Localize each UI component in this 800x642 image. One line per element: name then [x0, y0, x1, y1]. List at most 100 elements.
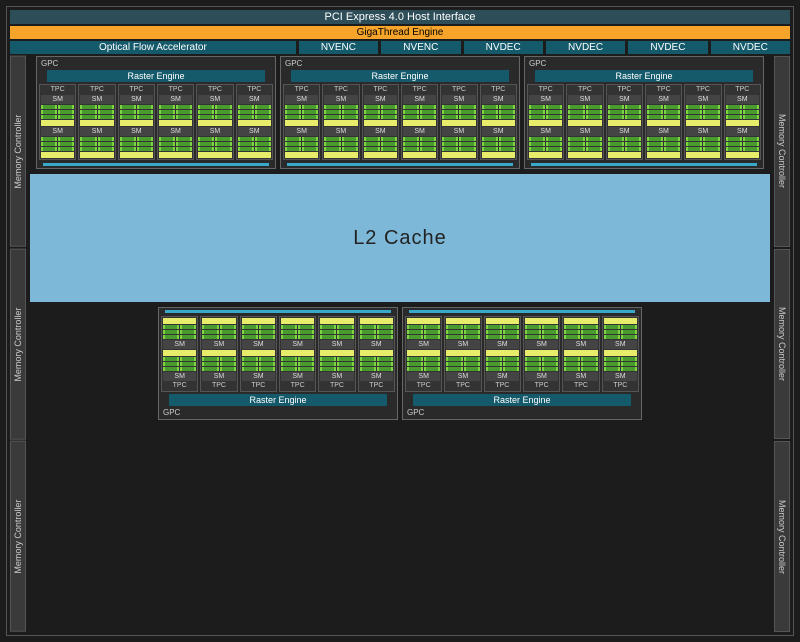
l2-cache: L2 Cache: [30, 174, 770, 302]
rt-core: [529, 152, 562, 158]
cuda-core: [163, 357, 179, 361]
cuda-core: [568, 142, 584, 146]
cuda-core: [220, 335, 236, 339]
tpc-block: TPCSMSM: [118, 84, 155, 160]
cuda-core: [255, 105, 271, 109]
tpc-label: TPC: [320, 382, 353, 390]
sm-block: SM: [604, 350, 637, 381]
sm-block: SM: [242, 318, 275, 349]
cuda-core: [446, 367, 462, 371]
sm-block: SM: [726, 95, 759, 126]
core-group: [80, 137, 113, 151]
memory-controllers-left: Memory ControllerMemory ControllerMemory…: [10, 56, 26, 632]
tpc-label: TPC: [564, 382, 597, 390]
cuda-core: [377, 357, 393, 361]
cuda-core: [98, 147, 114, 151]
cuda-core: [525, 335, 541, 339]
cuda-core: [302, 110, 318, 114]
cuda-core: [621, 325, 637, 329]
cuda-core: [743, 110, 759, 114]
sm-block: SM: [202, 318, 235, 349]
cuda-core: [442, 137, 458, 141]
sm-label: SM: [360, 340, 393, 349]
sm-label: SM: [529, 95, 562, 104]
cuda-core: [360, 325, 376, 329]
cuda-core: [238, 115, 254, 119]
gpc-label: GPC: [161, 408, 395, 417]
polymorph-engine-bar: [165, 310, 391, 313]
cuda-core: [342, 105, 358, 109]
tpc-row: TPCSMSMTPCSMSMTPCSMSMTPCSMSMTPCSMSMTPCSM…: [161, 316, 395, 392]
cuda-core: [486, 362, 502, 366]
cuda-core: [98, 115, 114, 119]
cuda-core: [259, 330, 275, 334]
core-group: [120, 105, 153, 119]
cuda-core: [176, 147, 192, 151]
sm-label: SM: [41, 95, 74, 104]
cuda-core: [137, 115, 153, 119]
cuda-core: [202, 367, 218, 371]
cuda-core: [302, 105, 318, 109]
cuda-core: [546, 147, 562, 151]
rt-core: [407, 350, 440, 356]
sm-block: SM: [529, 95, 562, 126]
cuda-core: [198, 137, 214, 141]
raster-engine: Raster Engine: [47, 70, 265, 82]
cuda-core: [608, 147, 624, 151]
sm-label: SM: [403, 95, 436, 104]
core-group: [120, 137, 153, 151]
cuda-core: [159, 115, 175, 119]
cuda-core: [486, 330, 502, 334]
cuda-core: [568, 137, 584, 141]
rt-core: [568, 120, 601, 126]
cuda-core: [364, 147, 380, 151]
sm-block: SM: [647, 95, 680, 126]
cuda-core: [581, 367, 597, 371]
core-group: [41, 105, 74, 119]
rt-core: [364, 152, 397, 158]
cuda-core: [459, 105, 475, 109]
cuda-core: [324, 147, 340, 151]
sm-label: SM: [525, 340, 558, 349]
sm-label: SM: [285, 127, 318, 136]
sm-label: SM: [446, 340, 479, 349]
cuda-core: [625, 110, 641, 114]
sm-block: SM: [320, 350, 353, 381]
rt-core: [163, 350, 196, 356]
cuda-core: [163, 367, 179, 371]
cuda-core: [324, 142, 340, 146]
tpc-block: TPCSMSM: [444, 316, 481, 392]
cuda-core: [377, 325, 393, 329]
cuda-core: [664, 142, 680, 146]
cuda-core: [176, 110, 192, 114]
cuda-core: [743, 105, 759, 109]
cuda-core: [686, 115, 702, 119]
tpc-label: TPC: [364, 86, 397, 94]
tpc-block: TPCSMSM: [440, 84, 477, 160]
cuda-core: [255, 115, 271, 119]
cuda-core: [621, 330, 637, 334]
cuda-core: [324, 137, 340, 141]
cuda-core: [625, 105, 641, 109]
core-group: [482, 105, 515, 119]
core-group: [608, 137, 641, 151]
rt-core: [726, 152, 759, 158]
cuda-core: [568, 110, 584, 114]
cuda-core: [586, 137, 602, 141]
cuda-core: [242, 357, 258, 361]
sm-block: SM: [568, 95, 601, 126]
cuda-core: [743, 142, 759, 146]
cuda-core: [360, 330, 376, 334]
tpc-block: TPCSMSM: [279, 316, 316, 392]
cuda-core: [198, 147, 214, 151]
tpc-label: TPC: [608, 86, 641, 94]
sm-label: SM: [604, 372, 637, 381]
raster-engine: Raster Engine: [413, 394, 631, 406]
cuda-core: [542, 357, 558, 361]
cuda-core: [564, 325, 580, 329]
sm-label: SM: [159, 127, 192, 136]
cuda-core: [377, 330, 393, 334]
sm-label: SM: [80, 95, 113, 104]
cuda-core: [238, 142, 254, 146]
tpc-label: TPC: [525, 382, 558, 390]
